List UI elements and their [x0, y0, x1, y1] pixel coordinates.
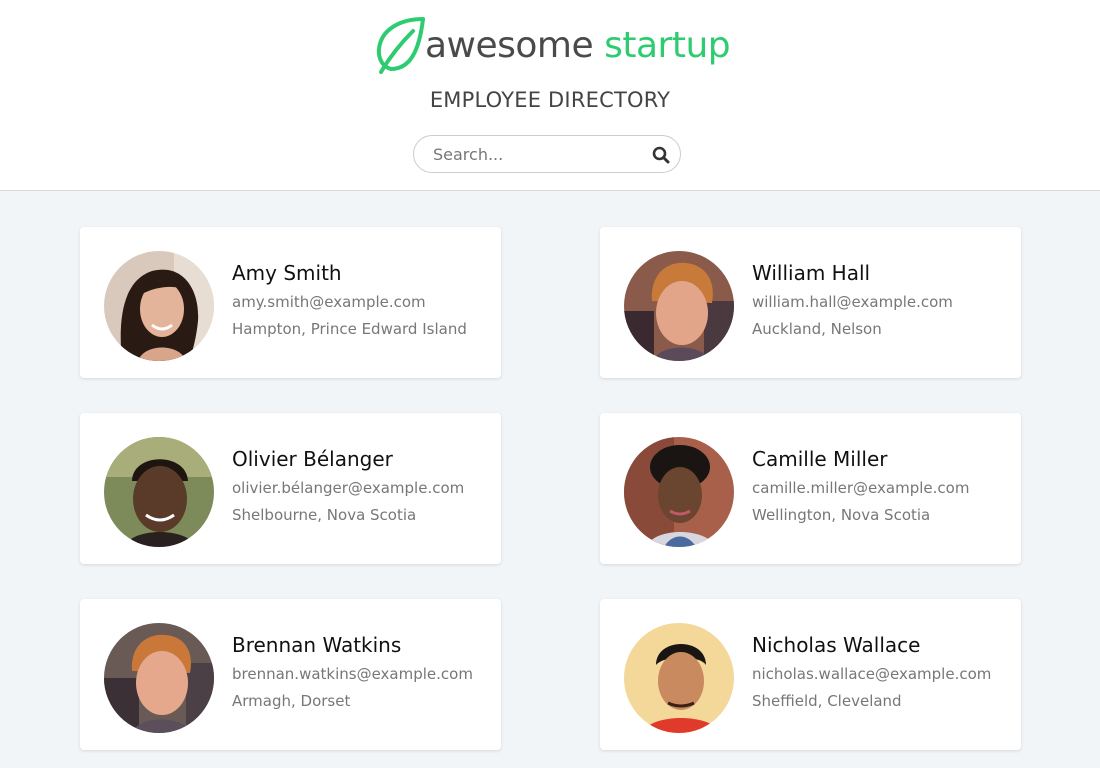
employee-email: olivier.bélanger@example.com — [232, 479, 465, 497]
page-title: EMPLOYEE DIRECTORY — [429, 88, 671, 112]
employee-location: Shelbourne, Nova Scotia — [232, 506, 417, 524]
employee-info: Camille Miller camille.miller@example.co… — [752, 446, 969, 525]
brand-name: awesome startup — [425, 24, 731, 66]
employee-location: Sheffield, Cleveland — [752, 692, 902, 710]
employee-card[interactable]: Olivier Bélanger olivier.bélanger@exampl… — [80, 413, 501, 564]
avatar — [104, 623, 214, 733]
avatar — [104, 437, 214, 547]
employee-card[interactable]: Amy Smith amy.smith@example.com Hampton,… — [80, 227, 501, 378]
employee-name: Camille Miller — [752, 447, 888, 471]
brand-logo[interactable]: awesome startup — [373, 14, 731, 76]
employee-directory-page: awesome startup EMPLOYEE DIRECTORY Searc… — [0, 0, 1100, 768]
employee-card[interactable]: Brennan Watkins brennan.watkins@example.… — [80, 599, 501, 750]
avatar — [104, 251, 214, 361]
employee-name: Nicholas Wallace — [752, 633, 921, 657]
employee-email: brennan.watkins@example.com — [232, 665, 473, 683]
employee-card[interactable]: Nicholas Wallace nicholas.wallace@exampl… — [600, 599, 1021, 750]
employee-location: Hampton, Prince Edward Island — [232, 320, 467, 338]
avatar — [624, 437, 734, 547]
search-icon[interactable] — [651, 145, 671, 165]
employee-email: camille.miller@example.com — [752, 479, 970, 497]
employee-location: Armagh, Dorset — [232, 692, 351, 710]
employee-info: Amy Smith amy.smith@example.com Hampton,… — [232, 260, 467, 339]
header: awesome startup EMPLOYEE DIRECTORY — [0, 0, 1100, 191]
employee-location: Auckland, Nelson — [752, 320, 882, 338]
search-box — [413, 135, 681, 173]
employee-info: Olivier Bélanger olivier.bélanger@exampl… — [232, 446, 464, 525]
employee-info: Brennan Watkins brennan.watkins@example.… — [232, 632, 473, 711]
employee-email: william.hall@example.com — [752, 293, 953, 311]
employee-card[interactable]: Camille Miller camille.miller@example.co… — [600, 413, 1021, 564]
brand-word-startup: startup — [604, 24, 731, 66]
avatar — [624, 623, 734, 733]
search-input[interactable] — [433, 144, 643, 164]
employee-info: William Hall william.hall@example.com Au… — [752, 260, 953, 339]
employee-name: Olivier Bélanger — [232, 447, 393, 471]
employee-email: amy.smith@example.com — [232, 293, 426, 311]
leaf-icon — [376, 17, 425, 74]
employee-card[interactable]: William Hall william.hall@example.com Au… — [600, 227, 1021, 378]
employee-email: nicholas.wallace@example.com — [752, 665, 992, 683]
employee-info: Nicholas Wallace nicholas.wallace@exampl… — [752, 632, 991, 711]
employee-name: Amy Smith — [232, 261, 342, 285]
avatar — [624, 251, 734, 361]
employee-name: William Hall — [752, 261, 871, 285]
employee-location: Wellington, Nova Scotia — [752, 506, 931, 524]
brand-word-awesome: awesome — [425, 24, 594, 66]
employee-name: Brennan Watkins — [232, 633, 402, 657]
